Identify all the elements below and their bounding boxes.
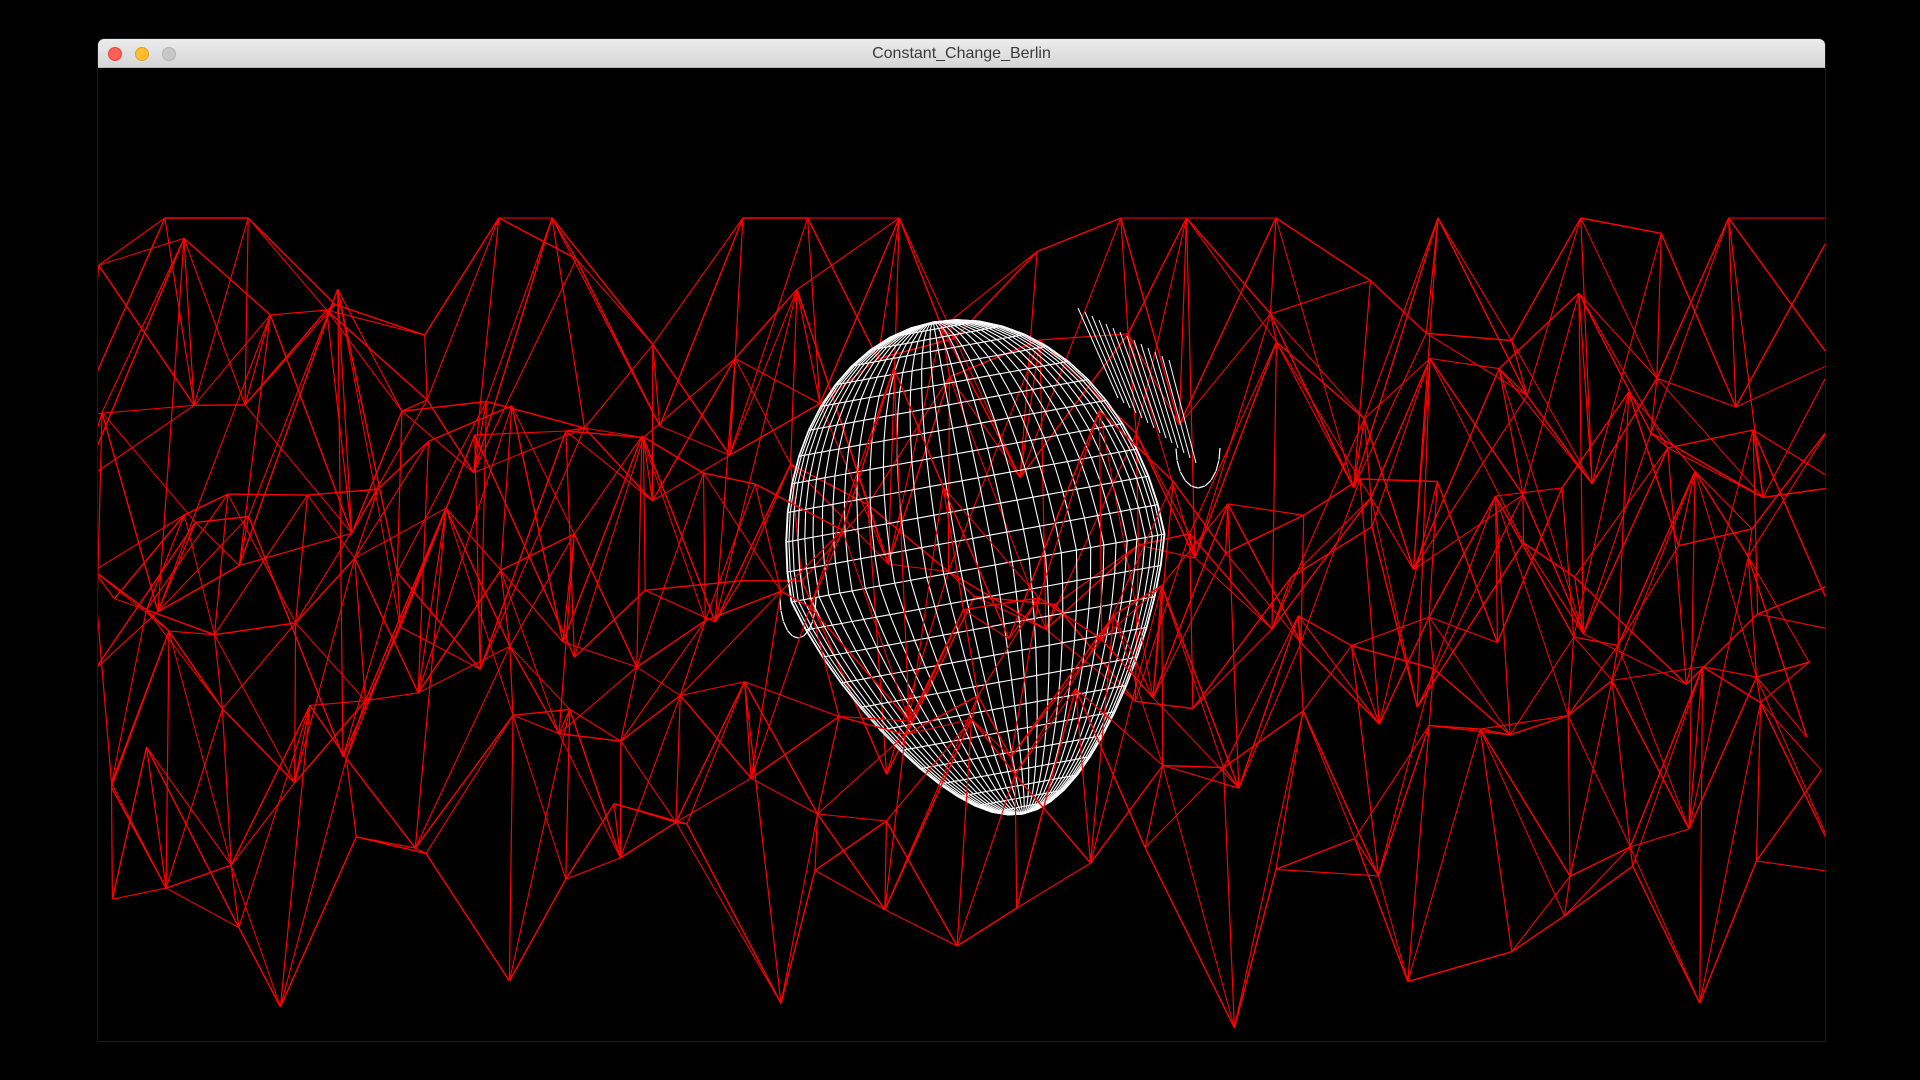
title-bar[interactable]: Constant_Change_Berlin [98, 39, 1825, 68]
wireframe-scene [98, 217, 1825, 1029]
red-terrain-front [98, 367, 1825, 1029]
app-window: Constant_Change_Berlin [98, 39, 1825, 1041]
window-title: Constant_Change_Berlin [872, 45, 1051, 62]
render-canvas[interactable] [98, 68, 1825, 1041]
